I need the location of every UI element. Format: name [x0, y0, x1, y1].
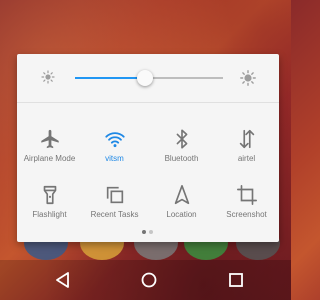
tile-label: Location [166, 210, 197, 219]
navigation-bar [0, 260, 291, 300]
recents-icon[interactable] [226, 270, 246, 290]
tile-label: Airplane Mode [23, 154, 76, 163]
location-icon [174, 185, 189, 205]
brightness-high-icon [240, 70, 256, 86]
brightness-slider[interactable] [75, 70, 223, 86]
tile-mobile-data[interactable]: airtel [214, 116, 279, 172]
back-icon[interactable] [53, 270, 73, 290]
tile-label: vitsm [105, 154, 124, 163]
tile-label: Screenshot [226, 210, 267, 219]
airplane-icon [40, 129, 59, 149]
wifi-icon [104, 132, 125, 148]
tile-wifi[interactable]: vitsm [82, 116, 147, 172]
home-icon[interactable] [139, 270, 159, 290]
bluetooth-icon [176, 129, 187, 149]
tile-bluetooth[interactable]: Bluetooth [149, 116, 214, 172]
tile-label: Recent Tasks [90, 210, 139, 219]
tile-location[interactable]: Location [149, 172, 214, 228]
tile-screenshot[interactable]: Screenshot [214, 172, 279, 228]
page-dot [149, 230, 153, 234]
brightness-slider-fill [75, 77, 145, 79]
brightness-slider-thumb[interactable] [136, 70, 153, 86]
divider [17, 102, 279, 103]
mobile-data-icon [239, 129, 254, 149]
tile-label: airtel [237, 154, 256, 163]
screenshot-icon [236, 185, 257, 205]
recent-tasks-icon [106, 186, 123, 204]
page-dot-active [142, 230, 146, 234]
flashlight-icon [43, 185, 56, 205]
quick-settings-panel: Airplane Mode vitsm Bluetooth airtel Fla… [17, 54, 279, 242]
tile-flashlight[interactable]: Flashlight [17, 172, 82, 228]
tile-label: Flashlight [32, 210, 67, 219]
brightness-row [17, 54, 279, 102]
tile-airplane-mode[interactable]: Airplane Mode [17, 116, 82, 172]
tile-label: Bluetooth [164, 154, 199, 163]
tile-recent-tasks[interactable]: Recent Tasks [82, 172, 147, 228]
brightness-low-icon [41, 70, 55, 84]
